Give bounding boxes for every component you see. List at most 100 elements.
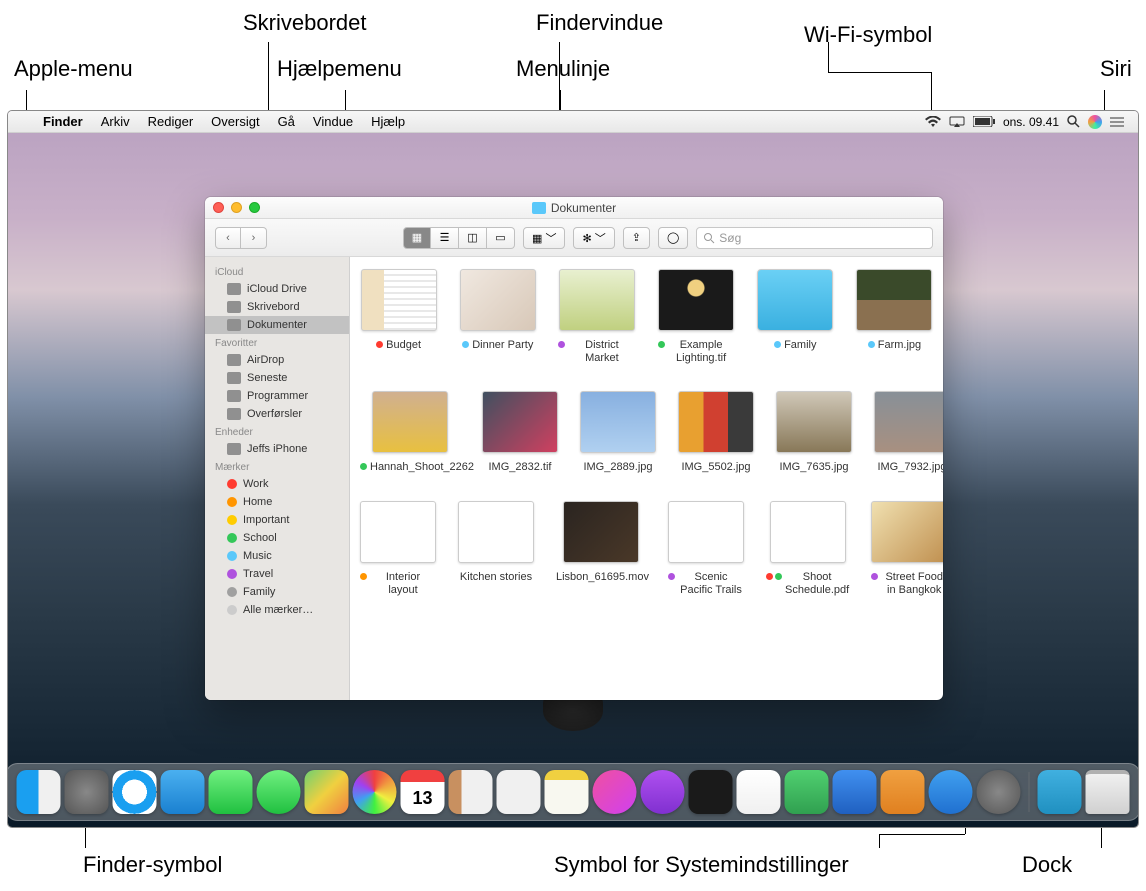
- desktop-screenshot: Finder Arkiv Rediger Oversigt Gå Vindue …: [8, 111, 1138, 827]
- file-thumbnail: [668, 501, 744, 563]
- file-item[interactable]: Example Lighting.tif: [658, 269, 735, 365]
- file-item[interactable]: IMG_7932.jpg: [874, 391, 943, 474]
- file-item[interactable]: Interior layout: [360, 501, 436, 597]
- dock-podcasts-icon[interactable]: [641, 770, 685, 814]
- file-thumbnail: [776, 391, 852, 453]
- file-item[interactable]: IMG_2832.tif: [482, 391, 558, 474]
- file-item[interactable]: Family: [757, 269, 834, 365]
- sidebar-item-label: Dokumenter: [247, 319, 307, 331]
- sidebar-item[interactable]: Home: [205, 493, 349, 511]
- dock-safari-icon[interactable]: [113, 770, 157, 814]
- close-button[interactable]: [213, 202, 224, 213]
- dock-news-icon[interactable]: [737, 770, 781, 814]
- dock-facetime-icon[interactable]: [209, 770, 253, 814]
- dock-messages-icon[interactable]: [257, 770, 301, 814]
- sidebar-item[interactable]: Skrivebord: [205, 298, 349, 316]
- dock-numbers-icon[interactable]: [785, 770, 829, 814]
- airplay-icon[interactable]: [949, 116, 965, 128]
- file-item[interactable]: Shoot Schedule.pdf: [766, 501, 849, 597]
- tag-dot-icon: [668, 573, 675, 580]
- search-input[interactable]: Søg: [696, 227, 933, 249]
- dock-tv-icon[interactable]: [689, 770, 733, 814]
- file-thumbnail: [580, 391, 656, 453]
- file-thumbnail: [372, 391, 448, 453]
- battery-icon[interactable]: [973, 116, 995, 127]
- dock-calendar-icon[interactable]: 13: [401, 770, 445, 814]
- file-name: IMG_7932.jpg: [877, 461, 943, 474]
- sidebar-item[interactable]: Overførsler: [205, 405, 349, 423]
- dock-photos-icon[interactable]: [353, 770, 397, 814]
- siri-icon[interactable]: [1088, 115, 1102, 129]
- menu-hjaelp[interactable]: Hjælp: [362, 114, 414, 129]
- file-item[interactable]: Kitchen stories: [458, 501, 534, 597]
- dock-downloads-icon[interactable]: [1038, 770, 1082, 814]
- sidebar-item[interactable]: Family: [205, 583, 349, 601]
- sidebar-item[interactable]: Seneste: [205, 369, 349, 387]
- dock-trash-icon[interactable]: [1086, 770, 1130, 814]
- file-item[interactable]: IMG_7635.jpg: [776, 391, 852, 474]
- menu-oversigt[interactable]: Oversigt: [202, 114, 268, 129]
- sidebar-item[interactable]: Alle mærker…: [205, 601, 349, 619]
- view-gallery-button[interactable]: ▭: [487, 227, 515, 249]
- menubar-clock[interactable]: ons. 09.41: [1003, 115, 1059, 129]
- sidebar-item[interactable]: School: [205, 529, 349, 547]
- file-item[interactable]: Street Food in Bangkok: [871, 501, 943, 597]
- view-icons-button[interactable]: ▦: [403, 227, 431, 249]
- sidebar-section-header: iCloud: [205, 263, 349, 280]
- action-button[interactable]: ✻ ﹀: [573, 227, 614, 249]
- menu-rediger[interactable]: Rediger: [139, 114, 203, 129]
- tag-dot-icon: [766, 573, 773, 580]
- dock-keynote-icon[interactable]: [833, 770, 877, 814]
- dock-appstore-icon[interactable]: [929, 770, 973, 814]
- share-button[interactable]: ⇪: [623, 227, 650, 249]
- file-item[interactable]: Dinner Party: [459, 269, 536, 365]
- group-button[interactable]: ▦ ﹀: [523, 227, 565, 249]
- minimize-button[interactable]: [231, 202, 242, 213]
- back-button[interactable]: ‹: [215, 227, 241, 249]
- dock-finder-icon[interactable]: [17, 770, 61, 814]
- tag-dot-icon: [376, 341, 383, 348]
- file-item[interactable]: Farm.jpg: [856, 269, 933, 365]
- sidebar-item-label: Family: [243, 586, 275, 598]
- dock-pages-icon[interactable]: [881, 770, 925, 814]
- dock-music-icon[interactable]: [593, 770, 637, 814]
- sidebar-item[interactable]: Music: [205, 547, 349, 565]
- sidebar-item[interactable]: Work: [205, 475, 349, 493]
- menu-ga[interactable]: Gå: [269, 114, 304, 129]
- wifi-icon[interactable]: [925, 116, 941, 128]
- tags-button[interactable]: ◯: [658, 227, 688, 249]
- menu-vindue[interactable]: Vindue: [304, 114, 362, 129]
- file-thumbnail: [458, 501, 534, 563]
- file-item[interactable]: Scenic Pacific Trails: [668, 501, 744, 597]
- spotlight-icon[interactable]: [1067, 115, 1080, 128]
- file-item[interactable]: Budget: [360, 269, 437, 365]
- sidebar-item[interactable]: Programmer: [205, 387, 349, 405]
- sidebar-item[interactable]: Travel: [205, 565, 349, 583]
- sidebar-item[interactable]: AirDrop: [205, 351, 349, 369]
- sidebar-item[interactable]: Important: [205, 511, 349, 529]
- file-item[interactable]: Hannah_Shoot_2262: [360, 391, 460, 474]
- file-item[interactable]: IMG_2889.jpg: [580, 391, 656, 474]
- dock-mail-icon[interactable]: [161, 770, 205, 814]
- file-item[interactable]: IMG_5502.jpg: [678, 391, 754, 474]
- file-item[interactable]: District Market: [558, 269, 635, 365]
- sidebar-item[interactable]: Dokumenter: [205, 316, 349, 334]
- sidebar-item[interactable]: iCloud Drive: [205, 280, 349, 298]
- forward-button[interactable]: ›: [241, 227, 267, 249]
- file-thumbnail: [678, 391, 754, 453]
- dock-contacts-icon[interactable]: [449, 770, 493, 814]
- control-center-icon[interactable]: [1110, 116, 1124, 128]
- zoom-button[interactable]: [249, 202, 260, 213]
- dock-maps-icon[interactable]: [305, 770, 349, 814]
- dock-launchpad-icon[interactable]: [65, 770, 109, 814]
- view-columns-button[interactable]: ◫: [459, 227, 487, 249]
- sidebar-item[interactable]: Jeffs iPhone: [205, 440, 349, 458]
- view-list-button[interactable]: ☰: [431, 227, 459, 249]
- finder-titlebar[interactable]: Dokumenter: [205, 197, 943, 219]
- dock-notes-icon[interactable]: [545, 770, 589, 814]
- file-item[interactable]: Lisbon_61695.mov: [556, 501, 646, 597]
- dock-sysprefs-icon[interactable]: [977, 770, 1021, 814]
- menu-finder[interactable]: Finder: [34, 114, 92, 129]
- dock-reminders-icon[interactable]: [497, 770, 541, 814]
- menu-arkiv[interactable]: Arkiv: [92, 114, 139, 129]
